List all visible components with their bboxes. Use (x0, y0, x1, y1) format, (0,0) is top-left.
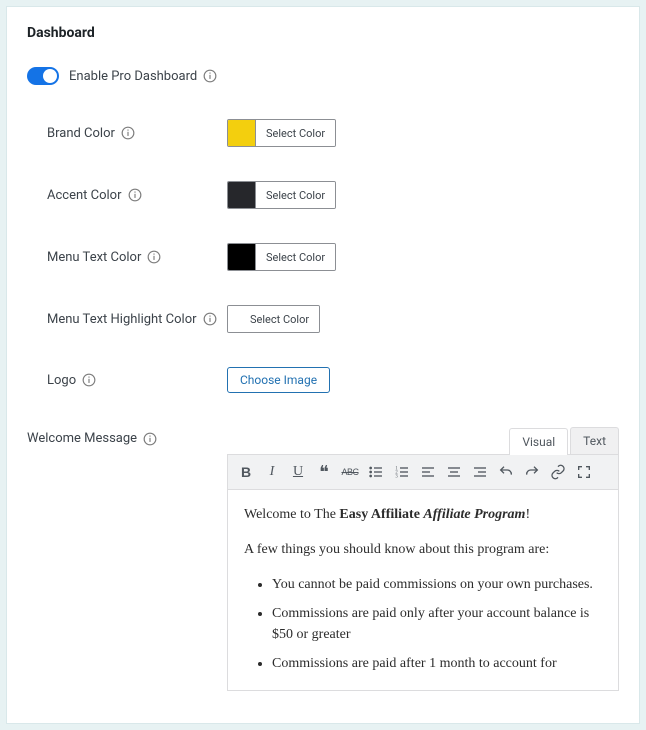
welcome-line2: A few things you should know about this … (244, 539, 602, 560)
info-icon[interactable] (128, 188, 142, 202)
color-swatch (228, 120, 256, 146)
brand-color-row: Brand Color Select Color (27, 119, 619, 147)
menu-text-color-label: Menu Text Color (47, 250, 141, 265)
select-color-button[interactable]: Select Color (256, 182, 335, 208)
editor-toolbar: B I U ❝ ABC 123 (227, 454, 619, 490)
menu-highlight-color-picker[interactable]: Select Color (227, 305, 320, 333)
enable-pro-row: Enable Pro Dashboard (27, 67, 619, 85)
info-icon[interactable] (203, 69, 217, 83)
brand-color-picker[interactable]: Select Color (227, 119, 336, 147)
editor-body[interactable]: Welcome to The Easy Affiliate Affiliate … (228, 490, 618, 690)
menu-text-color-row: Menu Text Color Select Color (27, 243, 619, 271)
blockquote-button[interactable]: ❝ (312, 460, 336, 484)
align-center-button[interactable] (442, 460, 466, 484)
welcome-bullets: You cannot be paid commissions on your o… (244, 574, 602, 674)
settings-panel: Dashboard Enable Pro Dashboard Brand Col… (6, 6, 640, 724)
menu-highlight-color-label: Menu Text Highlight Color (47, 312, 197, 327)
tab-visual[interactable]: Visual (509, 428, 568, 455)
logo-row: Logo Choose Image (27, 367, 619, 393)
enable-pro-toggle[interactable] (27, 67, 59, 85)
logo-label: Logo (47, 373, 76, 388)
welcome-bold: Easy Affiliate (339, 507, 420, 522)
italic-button[interactable]: I (260, 460, 284, 484)
info-icon[interactable] (203, 312, 217, 326)
accent-color-picker[interactable]: Select Color (227, 181, 336, 209)
redo-button[interactable] (520, 460, 544, 484)
brand-color-label: Brand Color (47, 126, 115, 141)
accent-color-row: Accent Color Select Color (27, 181, 619, 209)
undo-button[interactable] (494, 460, 518, 484)
enable-pro-label: Enable Pro Dashboard (69, 69, 197, 84)
fullscreen-button[interactable] (572, 460, 596, 484)
align-right-button[interactable] (468, 460, 492, 484)
tab-text[interactable]: Text (570, 427, 619, 454)
list-item: You cannot be paid commissions on your o… (272, 574, 602, 595)
panel-title: Dashboard (27, 25, 619, 41)
welcome-message-row: Welcome Message Visual Text B I U ❝ ABC … (27, 427, 619, 691)
info-icon[interactable] (82, 373, 96, 387)
welcome-ital: Affiliate Program (423, 507, 525, 522)
color-swatch (228, 306, 240, 332)
list-item: Commissions are paid only after your acc… (272, 603, 602, 645)
info-icon[interactable] (147, 250, 161, 264)
welcome-editor: Visual Text B I U ❝ ABC 123 (227, 427, 619, 691)
select-color-button[interactable]: Select Color (240, 306, 319, 332)
numbered-list-button[interactable]: 123 (390, 460, 414, 484)
link-button[interactable] (546, 460, 570, 484)
welcome-text: Welcome to The (244, 507, 339, 522)
bullet-list-button[interactable] (364, 460, 388, 484)
accent-color-label: Accent Color (47, 188, 122, 203)
align-left-button[interactable] (416, 460, 440, 484)
color-swatch (228, 182, 256, 208)
choose-image-button[interactable]: Choose Image (227, 367, 330, 393)
select-color-button[interactable]: Select Color (256, 120, 335, 146)
menu-text-color-picker[interactable]: Select Color (227, 243, 336, 271)
info-icon[interactable] (121, 126, 135, 140)
bold-button[interactable]: B (234, 460, 258, 484)
select-color-button[interactable]: Select Color (256, 244, 335, 270)
strikethrough-button[interactable]: ABC (338, 460, 362, 484)
menu-highlight-color-row: Menu Text Highlight Color Select Color (27, 305, 619, 333)
editor-tabs: Visual Text (227, 427, 619, 454)
color-swatch (228, 244, 256, 270)
info-icon[interactable] (143, 432, 157, 446)
underline-button[interactable]: U (286, 460, 310, 484)
svg-text:3: 3 (395, 474, 398, 479)
list-item: Commissions are paid after 1 month to ac… (272, 653, 602, 674)
welcome-message-label: Welcome Message (27, 431, 137, 446)
